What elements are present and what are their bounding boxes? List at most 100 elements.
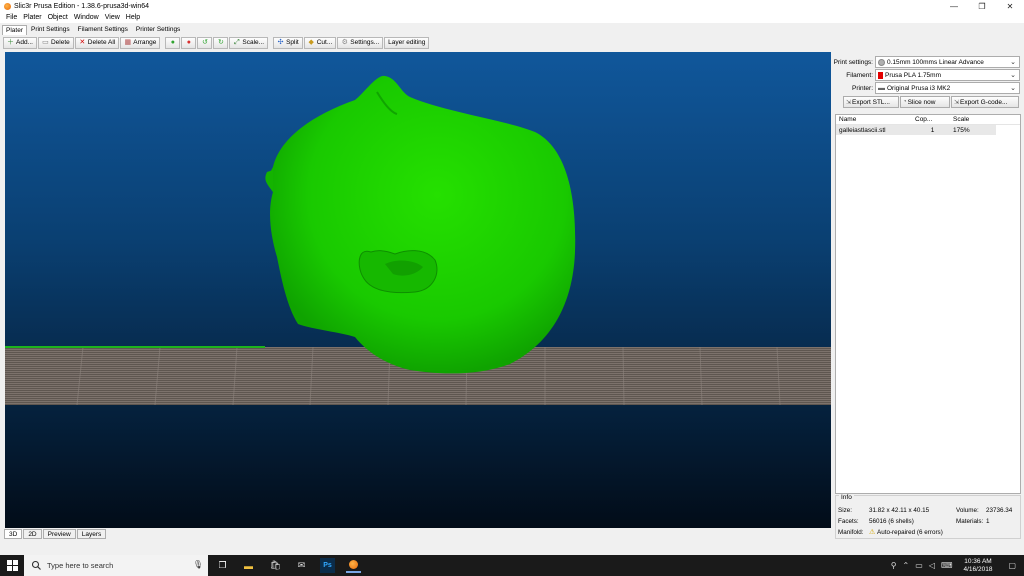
clock-time: 10:36 AM [964,557,992,565]
scale-button[interactable]: ⤢ Scale... [229,36,269,49]
menu-view[interactable]: View [102,14,123,21]
tab-print-settings[interactable]: Print Settings [27,24,74,35]
rotate-left-button[interactable]: ↺ [197,36,213,49]
3d-viewport[interactable] [5,52,831,528]
close-button[interactable]: ✕ [996,0,1024,12]
filament-row: Filament: Prusa PLA 1.75mm ⌄ [833,69,1024,81]
view-tab-layers[interactable]: Layers [76,529,107,539]
tab-filament-settings[interactable]: Filament Settings [74,24,132,35]
tab-printer-settings[interactable]: Printer Settings [132,24,184,35]
mail-icon[interactable]: ✉ [294,558,309,573]
object-name: galleiastlascii.stl [839,126,886,134]
menu-file[interactable]: File [3,14,20,21]
windows-taskbar: Type here to search 🎙 ❐ ▬ 🛍 ✉ Ps ⚲ ⌃ ▭ ◁… [0,555,1024,576]
slic3r-taskbar-icon[interactable] [346,558,361,573]
rotate-right-button[interactable]: ↻ [213,36,229,49]
layer-editing-button[interactable]: Layer editing [384,36,430,49]
decrease-copies-button[interactable]: ● [181,36,197,49]
info-box: Info Size: 31.82 x 42.11 x 40.15 Volume:… [835,494,1021,539]
increase-copies-button[interactable]: ● [165,36,181,49]
add-file-icon: ＋ [7,39,14,46]
filament-color-swatch [878,71,883,79]
print-settings-select[interactable]: 0.15mm 100mms Linear Advance ⌄ [875,56,1020,68]
store-icon[interactable]: 🛍 [268,558,283,573]
start-button[interactable] [0,555,24,576]
head-model[interactable] [5,52,831,528]
view-tabs: 3D 2D Preview Layers [4,529,107,539]
object-copies: 1 [930,126,935,134]
keyboard-icon[interactable]: ⌨ [938,561,956,570]
facets-value: 56016 (6 shells) [869,518,914,525]
volume-icon[interactable]: ◁ [926,561,938,570]
maximize-button[interactable]: ❐ [968,0,996,12]
arrange-button[interactable]: ▦ Arrange [120,36,161,49]
filament-value: Prusa PLA 1.75mm [885,71,941,79]
cut-button[interactable]: ◆ Cut... [303,36,337,49]
split-button[interactable]: ✣ Split [273,36,303,49]
task-view-icon[interactable]: ❐ [215,558,230,573]
taskbar-search[interactable]: Type here to search 🎙 [24,555,208,576]
view-tab-3d[interactable]: 3D [4,529,23,539]
photoshop-icon[interactable]: Ps [320,558,335,573]
scale-button-label: Scale... [242,39,265,46]
table-row[interactable]: galleiastlascii.stl 1 175% [836,125,996,135]
facets-label: Facets: [838,518,859,525]
manifold-label: Manifold: [838,529,864,536]
view-tab-preview[interactable]: Preview [42,529,76,539]
split-button-label: Split [286,39,299,46]
printer-value: Original Prusa i3 MK2 [887,84,951,92]
tab-plater[interactable]: Plater [2,25,27,35]
slic3r-app-icon [4,2,11,10]
printer-row: Printer: ▬ Original Prusa i3 MK2 ⌄ [833,82,1024,94]
object-settings-button[interactable]: ⚙ Settings... [337,36,384,49]
add-button[interactable]: ＋ Add... [3,36,37,49]
clock[interactable]: 10:36 AM 4/16/2018 [956,558,1001,574]
export-gcode-label: Export G-code... [960,98,1008,106]
microphone-icon[interactable]: 🎙 [193,560,203,569]
menu-help[interactable]: Help [123,14,143,21]
export-icon: ⇲ [846,99,852,106]
right-panel: Print settings: 0.15mm 100mms Linear Adv… [833,52,1024,540]
volume-value: 23736.34 [986,507,1013,514]
printer-label: Printer: [852,84,873,92]
print-settings-value: 0.15mm 100mms Linear Advance [887,58,984,66]
plater-toolbar: ＋ Add... ▭ Delete ✕ Delete All ▦ Arrange… [0,36,1024,49]
head-mesh-shape [268,75,576,374]
object-scale: 175% [953,126,970,134]
column-name[interactable]: Name [836,116,912,123]
export-gcode-button[interactable]: ⇲ Export G-code... [951,96,1019,108]
menu-bar: File Plater Object Window View Help [0,12,1024,23]
delete-button[interactable]: ▭ Delete [37,36,74,49]
network-icon[interactable]: ▭ [912,561,926,570]
column-copies[interactable]: Cop... [912,116,950,123]
menu-window[interactable]: Window [71,14,102,21]
slice-now-button[interactable]: ◔ Slice now [900,96,950,108]
scale-icon: ⤢ [234,39,240,46]
filament-label: Filament: [846,71,873,79]
volume-label: Volume: [956,507,979,514]
minus-circle-icon: ● [186,39,191,46]
object-settings-button-label: Settings... [350,39,380,46]
export-stl-button[interactable]: ⇲ Export STL... [843,96,899,108]
delete-file-icon: ▭ [42,39,49,46]
cut-button-label: Cut... [316,39,333,46]
people-icon[interactable]: ⚲ [888,561,900,570]
settings-cog-icon: ⚙ [341,39,348,46]
filament-select[interactable]: Prusa PLA 1.75mm ⌄ [875,69,1020,81]
delete-all-button[interactable]: ✕ Delete All [74,36,120,49]
printer-select[interactable]: ▬ Original Prusa i3 MK2 ⌄ [875,82,1020,94]
info-title: Info [839,494,854,501]
chevron-up-icon[interactable]: ⌃ [900,561,913,570]
column-scale[interactable]: Scale [950,116,996,123]
view-tab-2d[interactable]: 2D [23,529,42,539]
system-tray: ⚲ ⌃ ▭ ◁ ⌨ 10:36 AM 4/16/2018 ▢ [888,555,1024,576]
object-list[interactable]: Name Cop... Scale galleiastlascii.stl 1 … [835,114,1021,494]
chevron-down-icon: ⌄ [1010,72,1016,79]
file-explorer-icon[interactable]: ▬ [241,558,256,573]
menu-plater[interactable]: Plater [20,14,44,21]
slice-icon: ◔ [903,99,907,105]
arrange-button-label: Arrange [133,39,157,46]
menu-object[interactable]: Object [45,14,71,21]
minimize-button[interactable]: — [940,0,968,12]
notifications-icon[interactable]: ▢ [1000,561,1024,570]
